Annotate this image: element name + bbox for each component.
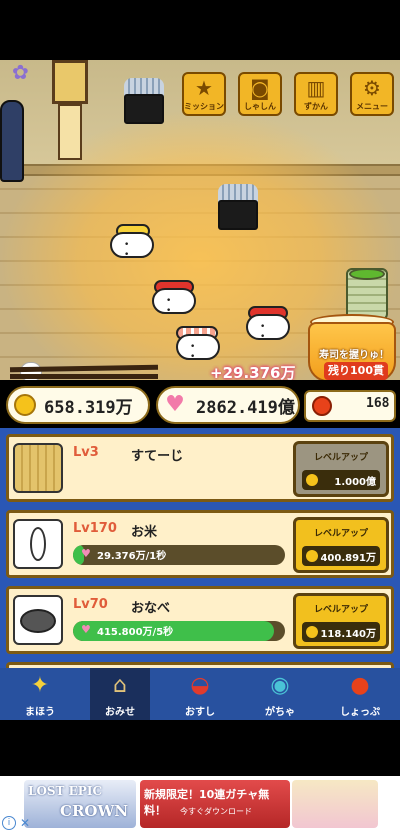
item-name: お米 (131, 525, 158, 540)
cost-value: 400.891万 (320, 553, 376, 564)
heart-icon: ♥ (165, 392, 185, 417)
rice-tub-title: 寿司を握りゅ！ (319, 350, 389, 361)
income-rate-text: 415.800万/5秒 (97, 627, 174, 638)
encyclopedia-button[interactable]: ▥ ずかん (294, 72, 338, 116)
coin-amount: 658.319万 (44, 398, 133, 418)
item-level: Lv170 (73, 521, 117, 536)
income-rate-bar: ♥ 415.800万/5秒 (73, 621, 285, 641)
floating-income-text: +29.376万 (210, 364, 296, 380)
photo-button[interactable]: ◙ しゃしん (238, 72, 282, 116)
nav-magic[interactable]: ✦ まほう (10, 668, 70, 720)
hanging-scroll-lower (58, 104, 82, 160)
item-name: おなべ (131, 601, 171, 616)
menu-button[interactable]: ⚙ メニュー (350, 72, 394, 116)
level-up-cost: 400.891万 (302, 546, 380, 566)
level-up-label: レベルアップ (313, 529, 368, 539)
spacer (0, 720, 400, 776)
cost-value: 1.000億 (334, 477, 376, 488)
level-up-cost: 1.000億 (302, 470, 380, 490)
heart-amount: 2862.419億 (196, 398, 295, 418)
income-rate-text: 29.376万/1秒 (97, 551, 167, 562)
status-bar (0, 0, 400, 60)
nav-gacha[interactable]: ◉ がちゃ (250, 668, 310, 720)
item-name: すてーじ (131, 449, 184, 464)
ad-promo-cta: 今すぐダウンロード (180, 807, 252, 816)
medal-icon: ★ (195, 76, 213, 100)
coin-counter: 658.319万 (6, 386, 150, 424)
level-up-button[interactable]: レベルアップ 400.891万 (293, 517, 389, 573)
stage-thumbnail (13, 443, 63, 493)
sushi-icon: ◒ (190, 673, 210, 698)
level-up-button[interactable]: レベルアップ 118.140万 (293, 593, 389, 649)
ad-game-logo[interactable]: LOST EPIC CROWN (24, 780, 136, 828)
gem-amount: 168 (366, 396, 390, 411)
nav-shop[interactable]: ⌂ おみせ (90, 668, 150, 720)
heart-icon: ♥ (81, 623, 91, 636)
nav-label: まほう (25, 707, 55, 718)
coin-icon (306, 550, 318, 562)
ad-banner[interactable]: LOST EPIC CROWN 新規限定！10連ガチャ無料！ 今すぐダウンロード… (0, 776, 400, 832)
photo-label: しゃしん (244, 102, 276, 111)
shop-icon: ⌂ (113, 673, 127, 698)
mission-button[interactable]: ★ ミッション (182, 72, 226, 116)
coin-icon (306, 626, 318, 638)
nav-store[interactable]: ● しょっぷ (330, 668, 390, 720)
heart-icon: ♥ (81, 547, 91, 560)
level-up-cost: 118.140万 (302, 622, 380, 642)
rice-tub-remaining: 残り100貫 (324, 362, 388, 380)
heart-counter: ♥ 2862.419億 (156, 386, 300, 424)
mission-label: ミッション (184, 102, 224, 111)
item-level: Lv70 (73, 597, 108, 612)
shop-item-pot: Lv70 おなべ ♥ 415.800万/5秒 レベルアップ 118.140万 (6, 586, 394, 654)
menu-label: メニュー (356, 102, 388, 111)
book-icon: ▥ (306, 76, 326, 100)
level-up-label: レベルアップ (313, 605, 368, 615)
coin-icon (306, 474, 318, 486)
gem-counter[interactable]: 168 (304, 390, 396, 422)
ad-info-icon[interactable]: i (2, 816, 16, 830)
bottom-nav: ✦ まほう ⌂ おみせ ◒ おすし ◉ がちゃ ● しょっぷ (0, 668, 400, 720)
vase (0, 100, 24, 182)
shop-item-rice: Lv170 お米 ♥ 29.376万/1秒 レベルアップ 400.891万 (6, 510, 394, 578)
green-tea (349, 268, 385, 280)
ruby-icon (312, 396, 332, 416)
chopstick (10, 374, 158, 379)
ad-logo-line1: LOST EPIC (28, 784, 102, 798)
camera-icon: ◙ (250, 76, 270, 100)
rice-thumbnail (13, 519, 63, 569)
shop-panel: Lv3 すてーじ レベルアップ 1.000億 Lv170 お米 ♥ 29.376… (0, 428, 400, 668)
item-level: Lv3 (73, 445, 99, 460)
nav-label: しょっぷ (340, 707, 380, 718)
hanging-scroll (52, 60, 88, 104)
magic-sparkle-icon: ✦ (30, 673, 50, 698)
game-scene[interactable]: ✿ • • • • • • • • +29.376万 寿司を握りゅ！ 残り100… (0, 60, 400, 380)
flower-icon: ✿ (12, 60, 29, 84)
gear-icon: ⚙ (363, 76, 381, 100)
ad-logo-line2: CROWN (60, 802, 129, 820)
coin-icon (14, 394, 36, 416)
encyclopedia-label: ずかん (304, 102, 328, 111)
ad-promo[interactable]: 新規限定！10連ガチャ無料！ 今すぐダウンロード (140, 780, 290, 828)
nav-label: おみせ (105, 707, 135, 718)
shop-item-stage: Lv3 すてーじ レベルアップ 1.000億 (6, 434, 394, 502)
level-up-button[interactable]: レベルアップ 1.000億 (293, 441, 389, 497)
nav-sushi[interactable]: ◒ おすし (170, 668, 230, 720)
pot-thumbnail (13, 595, 63, 645)
nav-label: がちゃ (265, 707, 295, 718)
nav-label: おすし (185, 707, 215, 718)
ad-close-icon[interactable]: ✕ (18, 816, 32, 830)
level-up-label: レベルアップ (313, 453, 368, 463)
ad-character-art[interactable] (292, 780, 378, 828)
gacha-icon: ◉ (270, 673, 290, 698)
income-rate-bar: ♥ 29.376万/1秒 (73, 545, 285, 565)
ruby-icon: ● (350, 673, 370, 698)
cost-value: 118.140万 (320, 629, 376, 640)
